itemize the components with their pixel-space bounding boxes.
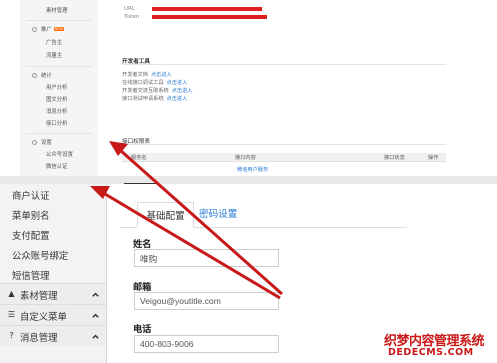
token-redaction [152, 15, 267, 19]
enter-link[interactable]: 点击进入 [151, 72, 172, 78]
divider [122, 144, 446, 145]
gear-icon [32, 140, 37, 145]
chevron-up-icon [92, 292, 99, 297]
chevron-up-icon [92, 313, 99, 318]
enter-link[interactable]: 点击进入 [172, 88, 193, 94]
sidebar-item-user-analysis[interactable]: 用户分析 [46, 85, 68, 91]
dev-tool-row: 开发者交流互助系统 点击进入 [122, 88, 193, 94]
enter-link[interactable]: 点击进入 [167, 96, 188, 102]
col-content: 接口内容 [235, 155, 256, 161]
help-icon: ? [9, 331, 14, 340]
group-label: 自定义菜单 [20, 311, 67, 322]
name-field[interactable]: 唯购 [134, 249, 279, 267]
phone-field[interactable]: 400-803-9006 [134, 335, 279, 353]
email-field[interactable]: Veigou@youtitle.com [134, 292, 279, 310]
sidebar-group-promotion[interactable]: 推广 NEW [32, 27, 65, 33]
sidebar-item-payment-config[interactable]: 支付配置 [12, 228, 50, 242]
permissions-table-header: 服务名 接口内容 接口状态 操作 [122, 153, 446, 162]
sidebar-group-settings[interactable]: 设置 [32, 140, 52, 146]
email-label: 邮箱 [133, 282, 152, 292]
sidebar-item-traffic-owner[interactable]: 流量主 [46, 53, 62, 59]
enter-link[interactable]: 点击进入 [167, 80, 188, 86]
col-status: 接口状态 [384, 155, 405, 161]
top-screenshot: 素材管理 推广 NEW 广告主 流量主 统计 用户分析 图文分析 消息分析 接口分… [0, 0, 497, 183]
phone-label: 电话 [133, 324, 152, 334]
group-label: 素材管理 [20, 290, 58, 301]
url-label: URL [124, 6, 135, 12]
chevron-up-icon [92, 334, 99, 339]
divider [122, 64, 446, 65]
sidebar-item-merchant-verify[interactable]: 商户认证 [12, 188, 50, 202]
top-main-panel: URL Token 开发者工具 开发者文档 点击进入 在线接口调试工具 点击进入 开… [112, 0, 446, 178]
bookmark-icon: ▲ [8, 289, 15, 298]
sidebar-group-custom-menu[interactable]: ☰ 自定义菜单 [0, 304, 106, 325]
group-label: 消息管理 [20, 332, 58, 343]
sidebar-item-material-manage[interactable]: 素材管理 [46, 8, 68, 14]
dev-tool-row: 接口测试申请系统 点击进入 [122, 96, 188, 102]
sidebar-item-account-settings[interactable]: 公众号设置 [46, 152, 73, 158]
name-label: 姓名 [133, 239, 152, 249]
menu-icon: ☰ [7, 310, 16, 319]
col-action: 操作 [428, 155, 439, 161]
separator-strip [0, 176, 497, 184]
tab-password-settings[interactable]: 密码设置 [199, 206, 237, 220]
new-badge: NEW [53, 27, 65, 31]
bottom-sidebar: 商户认证 菜单别名 支付配置 公众账号绑定 短信管理 ▲ 素材管理 ☰ 自定义菜… [0, 184, 107, 363]
sidebar-item-article-analysis[interactable]: 图文分析 [46, 97, 68, 103]
token-label: Token [124, 14, 140, 20]
col-service: 服务名 [131, 155, 147, 161]
sidebar-item-api-analysis[interactable]: 接口分析 [46, 121, 68, 127]
sidebar-item-advertiser[interactable]: 广告主 [46, 40, 62, 46]
watermark-domain: DEDECMS.COM [388, 347, 474, 358]
sidebar-group-messages[interactable]: ? 消息管理 [0, 325, 106, 346]
divider [26, 66, 92, 67]
top-sidebar: 素材管理 推广 NEW 广告主 流量主 统计 用户分析 图文分析 消息分析 接口分… [20, 0, 98, 176]
divider [26, 20, 92, 21]
sidebar-item-account-binding[interactable]: 公众账号绑定 [12, 248, 68, 262]
tab-basic-config[interactable]: 基础配置 [137, 202, 194, 228]
permission-content[interactable]: 微信用户服务 [237, 166, 268, 173]
sidebar-item-menu-alias[interactable]: 菜单别名 [12, 208, 50, 222]
divider [26, 133, 92, 134]
url-redaction [152, 7, 262, 11]
sidebar-item-message-analysis[interactable]: 消息分析 [46, 109, 68, 115]
dev-tool-row: 开发者文档 点击进入 [122, 72, 172, 78]
sidebar-group-stats[interactable]: 统计 [32, 73, 52, 79]
sidebar-item-wechat-verify[interactable]: 微信认证 [46, 164, 68, 170]
stats-icon [32, 73, 37, 78]
sidebar-group-material[interactable]: ▲ 素材管理 [0, 283, 106, 304]
sidebar-item-sms-manage[interactable]: 短信管理 [12, 268, 50, 282]
promotion-icon [32, 27, 37, 32]
dev-tool-row: 在线接口调试工具 点击进入 [122, 80, 188, 86]
